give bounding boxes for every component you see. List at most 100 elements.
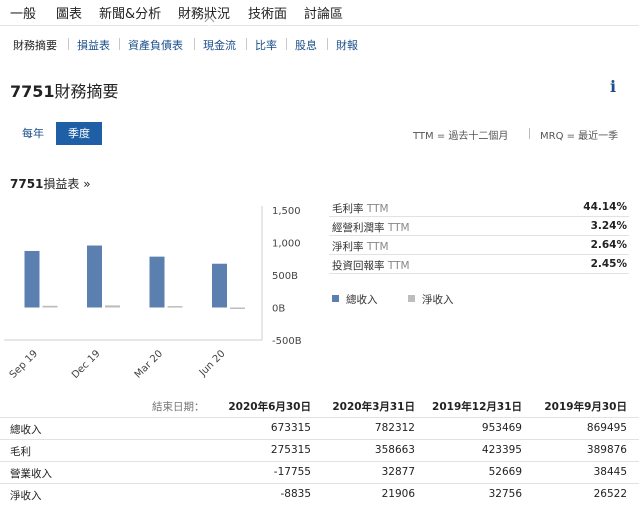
end-date-label: 結束日期： [152,399,205,414]
quarterly-button[interactable]: 季度 [56,122,102,145]
subnav-ratios[interactable]: 比率 [255,37,277,53]
table-header: 結束日期： 2020年6月30日 2020年3月31日 2019年12月31日 … [0,397,639,417]
sub-navigation: 財務摘要 損益表 資產負債表 現金流 比率 股息 財報 [0,34,639,54]
subnav-dividends[interactable]: 股息 [295,37,317,53]
ratio-label: 淨利率 TTM [332,239,389,254]
subnav-divider [119,38,120,50]
ratio-suffix: TTM [388,222,410,234]
nav-charts[interactable]: 圖表 [56,3,82,22]
revenue-bar [150,257,165,308]
ratio-suffix: TTM [367,203,389,215]
note-divider [529,128,530,139]
legend-revenue: 總收入 [346,292,378,307]
income-statement-link[interactable]: 7751損益表 » [10,175,91,192]
ratio-suffix: TTM [388,260,410,272]
subnav-divider [68,38,69,50]
subnav-reports[interactable]: 財報 [336,37,358,53]
revenue-chart: 1,5001,000500B0B-500BSep 19Dec 19Mar 20J… [0,198,320,388]
top-navigation: 一般 圖表 新聞&分析 財務狀況 技術面 討論區 [0,0,639,26]
ratio-row: 毛利率 TTM 44.14% [329,198,629,217]
cell-value: 275315 [231,444,311,456]
row-label: 毛利 [10,444,31,459]
net-income-bar [43,306,58,308]
legend-swatch-revenue [332,295,339,302]
cell-value: -17755 [231,466,311,478]
column-header: 2019年12月31日 [432,399,522,414]
mrq-note: MRQ = 最近一季 [540,127,618,142]
ratio-list: 毛利率 TTM 44.14% 經營利潤率 TTM 3.24% 淨利率 TTM 2… [329,198,629,274]
cell-value: 423395 [442,444,522,456]
ratio-value: 44.14% [583,201,627,213]
page-title-text: 財務摘要 [55,82,119,101]
cell-value: 389876 [547,444,627,456]
info-icon[interactable]: i [603,77,623,97]
ratio-name: 經營利潤率 [332,222,385,234]
nav-financials[interactable]: 財務狀況 [178,3,230,22]
revenue-bar [25,251,40,308]
subnav-divider [286,38,287,50]
cell-value: 673315 [231,422,311,434]
subnav-divider [194,38,195,50]
subnav-divider [246,38,247,50]
page-title-code: 7751 [10,82,55,101]
row-label: 淨收入 [10,488,42,503]
annual-button[interactable]: 每年 [10,122,56,145]
ratio-value: 3.24% [591,220,627,232]
income-link-code: 7751 [10,177,43,191]
cell-value: -8835 [231,488,311,500]
ratio-label: 經營利潤率 TTM [332,220,410,235]
cell-value: 32756 [442,488,522,500]
y-tick-label: 1,500 [272,206,301,217]
x-tick-label: Sep 19 [8,348,40,380]
ratio-name: 淨利率 [332,241,364,253]
net-income-bar [105,305,120,307]
subnav-income-statement[interactable]: 損益表 [77,37,110,53]
table-row: 毛利 275315 358663 423395 389876 [0,439,639,461]
cell-value: 869495 [547,422,627,434]
column-header: 2020年3月31日 [332,399,415,414]
y-tick-label: 0B [272,304,285,315]
x-tick-label: Jun 20 [197,348,228,379]
nav-technicals[interactable]: 技術面 [248,3,287,22]
financial-table: 結束日期： 2020年6月30日 2020年3月31日 2019年12月31日 … [0,397,639,505]
subnav-cash-flow[interactable]: 現金流 [203,37,236,53]
cell-value: 52669 [442,466,522,478]
cell-value: 26522 [547,488,627,500]
ratio-value: 2.64% [591,239,627,251]
legend-net-income: 淨收入 [422,292,454,307]
subnav-balance-sheet[interactable]: 資產負債表 [128,37,183,53]
row-label: 營業收入 [10,466,52,481]
y-tick-label: 1,000 [272,239,301,250]
nav-general[interactable]: 一般 [10,3,36,22]
revenue-bar [212,264,227,308]
cell-value: 953469 [442,422,522,434]
column-header: 2019年9月30日 [544,399,627,414]
cell-value: 782312 [335,422,415,434]
ttm-note: TTM = 過去十二個月 [413,127,508,142]
ratio-name: 毛利率 [332,203,364,215]
y-tick-label: -500B [272,336,302,347]
revenue-bar [87,246,102,308]
nav-news-analysis[interactable]: 新聞&分析 [99,3,161,22]
legend-swatch-net-income [408,295,415,302]
income-link-label: 損益表 » [43,177,90,191]
cell-value: 21906 [335,488,415,500]
cell-value: 32877 [335,466,415,478]
ratio-row: 淨利率 TTM 2.64% [329,236,629,255]
net-income-bar [168,306,183,308]
ratio-suffix: TTM [367,241,389,253]
y-tick-label: 500B [272,271,298,282]
nav-discussion[interactable]: 討論區 [304,3,343,22]
cell-value: 358663 [335,444,415,456]
subnav-summary[interactable]: 財務摘要 [13,37,57,53]
subnav-divider [327,38,328,50]
ratio-label: 投資回報率 TTM [332,258,410,273]
table-row: 總收入 673315 782312 953469 869495 [0,417,639,439]
ratio-name: 投資回報率 [332,260,385,272]
ratio-label: 毛利率 TTM [332,201,389,216]
table-row: 淨收入 -8835 21906 32756 26522 [0,483,639,505]
column-header: 2020年6月30日 [228,399,311,414]
cell-value: 38445 [547,466,627,478]
x-tick-label: Mar 20 [133,348,165,380]
ratio-row: 投資回報率 TTM 2.45% [329,255,629,274]
